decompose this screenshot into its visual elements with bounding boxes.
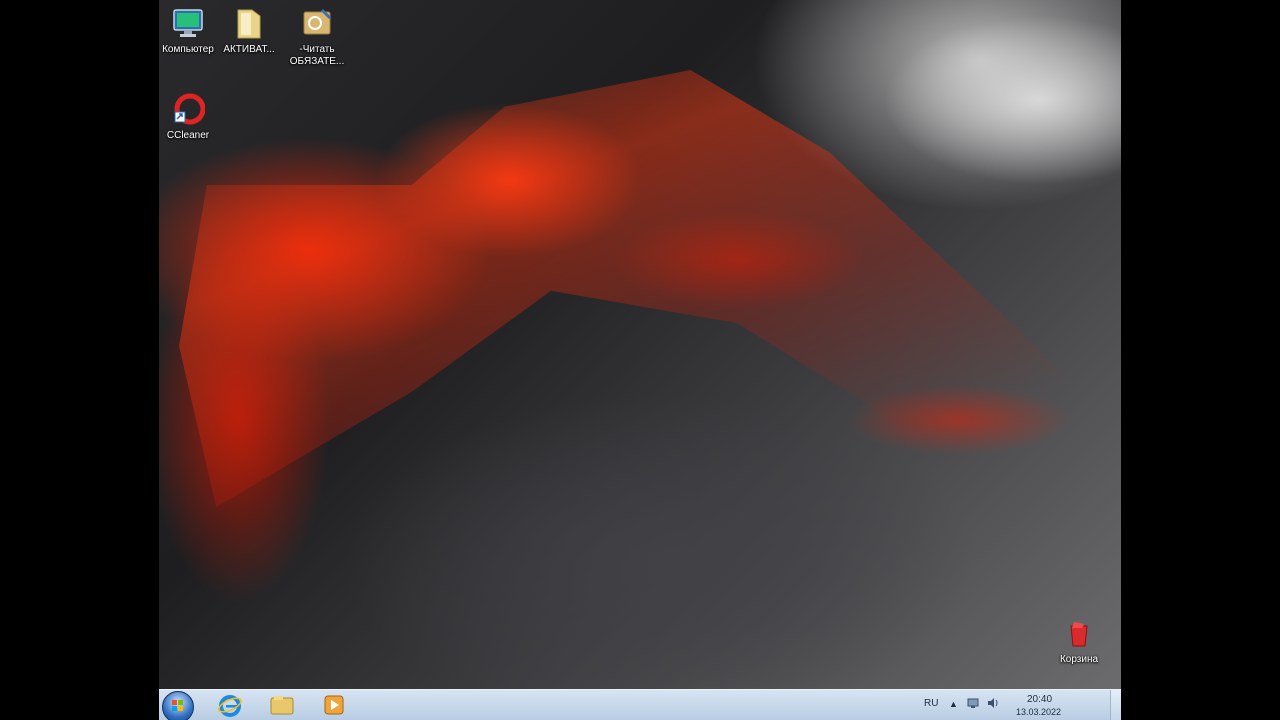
desktop-icon-label: Компьютер [162, 44, 214, 55]
desktop-screen: Компьютер АКТИВАТ... -Читать ОБЯЗАТЕ... [159, 0, 1121, 720]
volume-icon[interactable] [987, 697, 999, 709]
document-icon [300, 6, 334, 40]
folder-icon [232, 6, 266, 40]
clock-date[interactable]: 13.03.2022 [1016, 707, 1061, 717]
media-player-icon[interactable] [321, 692, 347, 718]
desktop-icon-label: CCleaner [166, 130, 210, 141]
desktop-icon-computer[interactable]: Компьютер [159, 0, 220, 56]
recycle-bin-icon [1062, 616, 1096, 650]
desktop-icon-activator[interactable]: АКТИВАТ... [217, 0, 281, 56]
network-icon[interactable] [967, 697, 979, 709]
computer-icon [171, 6, 205, 40]
desktop-icon-label: -Читать ОБЯЗАТЕ... [289, 44, 345, 67]
desktop-icon-recycle-bin[interactable]: Корзина [1047, 610, 1111, 666]
clock-time[interactable]: 20:40 [1027, 694, 1052, 705]
language-indicator[interactable]: RU [924, 698, 938, 709]
internet-explorer-icon[interactable] [217, 692, 243, 718]
show-desktop-button[interactable] [1110, 690, 1121, 720]
desktop-icon-ccleaner[interactable]: CCleaner [159, 86, 220, 142]
system-tray: RU ▲ 20:40 13.03.2022 [921, 690, 1121, 720]
start-orb-icon[interactable] [162, 691, 194, 720]
ccleaner-icon [171, 92, 206, 126]
desktop-icon-readme[interactable]: -Читать ОБЯЗАТЕ... [285, 0, 349, 68]
explorer-icon[interactable] [269, 692, 295, 718]
show-hidden-icons-icon[interactable]: ▲ [949, 699, 958, 709]
taskbar: RU ▲ 20:40 13.03.2022 [159, 689, 1121, 720]
desktop-icon-label: АКТИВАТ... [223, 44, 275, 55]
desktop-icon-label: Корзина [1059, 654, 1099, 665]
